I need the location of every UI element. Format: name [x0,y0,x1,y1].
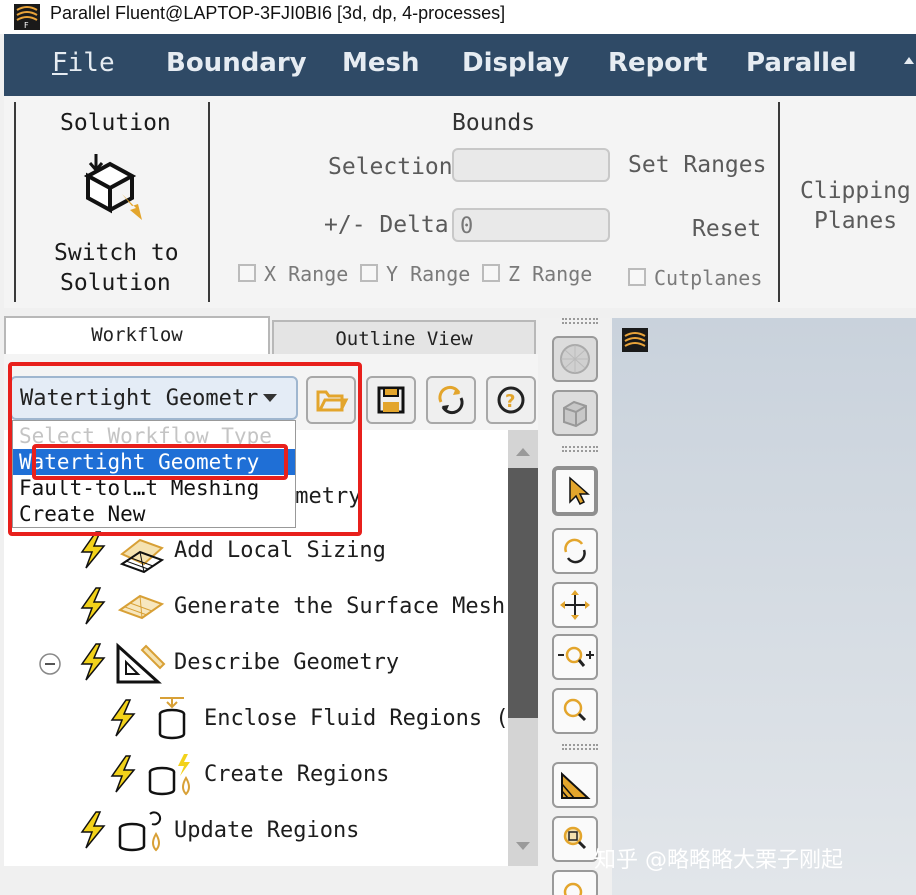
toolbar-grip[interactable] [562,318,598,324]
window-title: Parallel Fluent@LAPTOP-3FJI0BI6 [3d, dp,… [50,3,506,23]
tree-item-add-local-sizing[interactable]: Add Local Sizing [174,538,386,563]
delta-label: +/- Delta [324,212,449,238]
tree-item-describe-geometry[interactable]: Describe Geometry [174,650,399,675]
menu-file[interactable]: File [52,48,115,78]
switch-to-solution-label-2[interactable]: Solution [60,270,171,296]
lightning-icon [110,755,136,793]
zoom-out-icon [563,882,583,895]
title-bar: F Parallel Fluent@LAPTOP-3FJI0BI6 [3d, d… [0,0,916,34]
menu-file-mnemonic: F [52,48,68,78]
tab-outline-view[interactable]: Outline View [272,320,536,358]
surface-mesh-icon [117,594,165,620]
local-sizing-mesh-icon [119,538,165,574]
refresh-workflow-button[interactable] [426,376,476,424]
menu-boundary[interactable]: Boundary [166,48,307,78]
scroll-up-icon[interactable] [514,446,532,458]
selection-label: Selection [328,154,453,180]
lightning-icon [80,811,106,849]
reset-button[interactable]: Reset [692,216,761,242]
y-range-label: Y Range [386,262,471,286]
ribbon-divider [208,102,210,302]
ribbon-divider [14,102,16,302]
cutplanes-checkbox[interactable] [628,268,646,286]
triangle-ruler-icon [116,642,166,684]
delta-field[interactable]: 0 [452,208,610,242]
set-ranges-button[interactable]: Set Ranges [628,152,766,178]
refresh-icon [438,385,464,415]
pan-arrows-icon [560,590,590,620]
tree-item-enclose-fluid-regions[interactable]: Enclose Fluid Regions ( [204,706,509,731]
z-range-label: Z Range [508,262,593,286]
zoom-box-icon [563,826,587,850]
fluent-logo-icon [622,328,648,352]
scrollbar-thumb[interactable] [508,468,538,718]
svg-text:F: F [24,21,29,30]
watermark-text: 知乎 @略略略大栗子刚起 [594,848,843,873]
y-range-checkbox[interactable] [360,264,378,282]
sphere-icon [560,344,590,374]
select-pointer-button[interactable] [552,466,598,516]
pointer-icon [569,476,590,506]
menu-display[interactable]: Display [462,48,569,78]
cutplanes-label: Cutplanes [654,266,763,290]
mesh-display-button[interactable] [552,762,598,808]
zoom-icon [563,698,587,722]
zoom-out-button[interactable] [552,870,598,895]
help-icon: ? [497,386,525,414]
menu-overflow-arrow-icon[interactable] [902,54,916,66]
zoom-to-fit-button[interactable] [552,688,598,734]
menu-parallel[interactable]: Parallel [746,48,857,78]
lightning-icon [80,643,106,681]
ribbon-divider [778,102,780,302]
graphics-viewport[interactable] [612,318,916,895]
zoom-in-out-icon [558,646,594,667]
rotate-icon [564,538,586,564]
tab-workflow[interactable]: Workflow [4,316,270,354]
sphere-view-button[interactable] [552,336,598,382]
ribbon: Solution Switch to Solution Bounds Selec… [4,96,916,308]
enclose-fluid-cylinder-icon [158,697,186,740]
cube-view-button[interactable] [552,390,598,436]
menu-report[interactable]: Report [608,48,707,78]
annotation-inner-box [32,444,288,480]
z-range-checkbox[interactable] [482,264,500,282]
save-workflow-button[interactable] [366,376,416,424]
lightning-icon [80,531,106,569]
solution-group-title: Solution [60,110,171,136]
toolbar-grip[interactable] [562,446,598,452]
zoom-in-out-button[interactable] [552,634,598,680]
tree-item-generate-surface-mesh[interactable]: Generate the Surface Mesh [174,594,505,619]
create-regions-icon [148,754,190,796]
tree-item-update-regions[interactable]: Update Regions [174,818,359,843]
menu-file-label: ile [67,48,115,78]
fluent-logo-icon: F [14,4,40,30]
x-range-label: X Range [264,262,349,286]
rotate-button[interactable] [552,528,598,574]
scroll-down-icon[interactable] [514,840,532,852]
mesh-display-icon [561,771,591,799]
lightning-icon [80,587,106,625]
collapse-minus-icon[interactable] [38,652,62,676]
tree-item-create-regions[interactable]: Create Regions [204,762,389,787]
pan-button[interactable] [552,582,598,628]
bounds-group-title: Bounds [452,110,536,136]
save-icon [377,386,405,414]
zoom-box-button[interactable] [552,816,598,862]
clipping-planes-label-2[interactable]: Planes [814,208,897,234]
help-button[interactable]: ? [486,376,536,424]
update-regions-icon [118,811,162,852]
switch-to-solution-label-1[interactable]: Switch to [54,240,179,266]
lightning-icon [110,699,136,737]
x-range-checkbox[interactable] [238,264,256,282]
menu-mesh[interactable]: Mesh [342,48,420,78]
svg-text:?: ? [505,391,515,412]
toolbar-grip[interactable] [562,744,598,750]
cube-icon [563,400,587,428]
clipping-planes-label-1[interactable]: Clipping [800,178,911,204]
switch-to-solution-icon[interactable] [76,154,148,224]
selection-field[interactable] [452,148,610,182]
menu-bar: File Boundary Mesh Display Report Parall… [4,34,916,96]
